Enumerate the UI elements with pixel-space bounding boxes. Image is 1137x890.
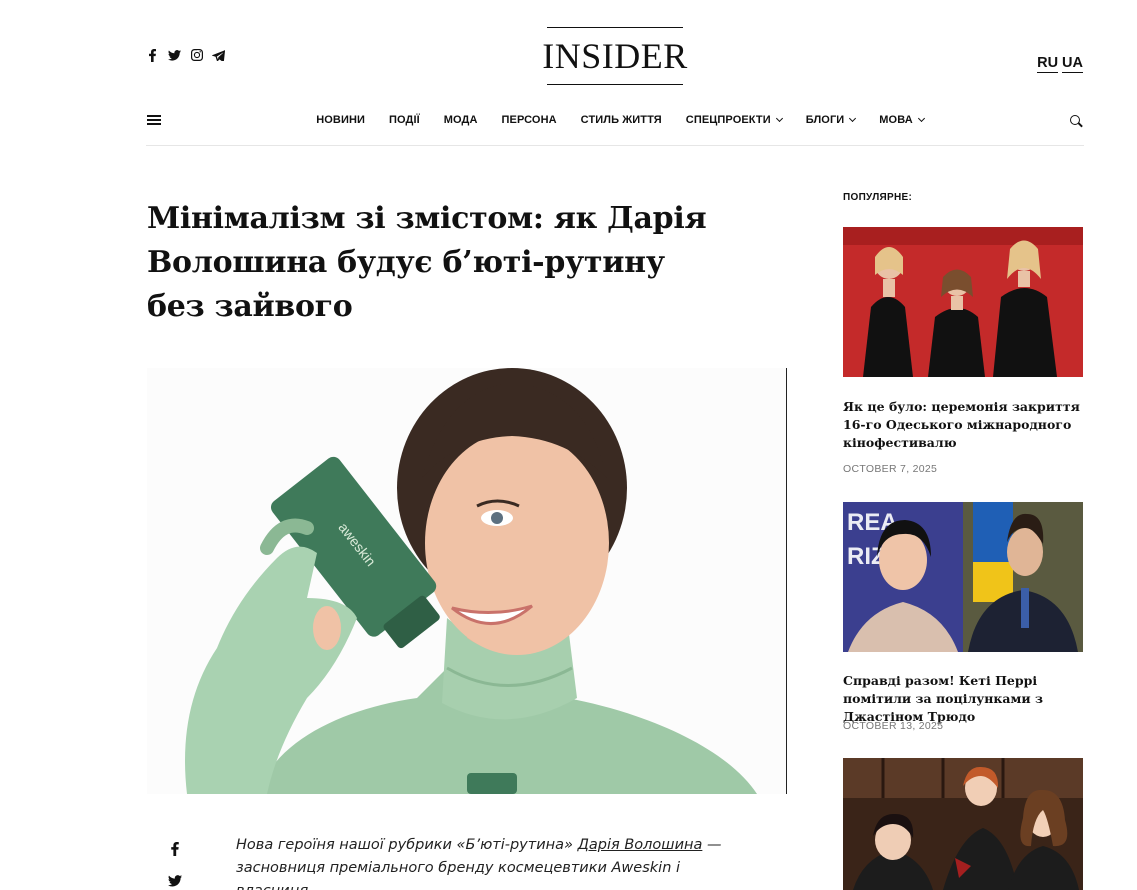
chevron-down-icon xyxy=(917,114,925,123)
popular-post-title-1[interactable]: Як це було: церемонія закриття 16-го Оде… xyxy=(843,398,1088,452)
language-switcher: RU UA xyxy=(1037,55,1083,73)
twitter-icon[interactable] xyxy=(168,874,182,888)
nav-item-persona[interactable]: ПЕРСОНА xyxy=(502,114,557,126)
popular-post-image-2[interactable]: REA RIZ xyxy=(843,502,1083,652)
author-link[interactable]: Дарія Волошина xyxy=(578,837,703,853)
twitter-icon[interactable] xyxy=(168,48,181,62)
nav-menu: НОВИНИ ПОДІЇ МОДА ПЕРСОНА СТИЛЬ ЖИТТЯ СП… xyxy=(146,114,1084,126)
facebook-icon[interactable] xyxy=(168,842,182,856)
chevron-down-icon xyxy=(849,114,857,123)
nav-item-news[interactable]: НОВИНИ xyxy=(316,114,365,126)
article-hero-image: aweskin xyxy=(147,368,787,794)
nav-item-events[interactable]: ПОДІЇ xyxy=(389,114,420,126)
facebook-icon[interactable] xyxy=(146,48,159,62)
nav-item-language[interactable]: МОВА xyxy=(879,114,925,126)
nav-item-blogs[interactable]: БЛОГИ xyxy=(806,114,857,126)
popular-post-title-2[interactable]: Справді разом! Кеті Перрі помітили за по… xyxy=(843,672,1088,726)
popular-heading: ПОПУЛЯРНЕ: xyxy=(843,192,913,203)
nav-item-lifestyle[interactable]: СТИЛЬ ЖИТТЯ xyxy=(581,114,662,126)
chevron-down-icon xyxy=(775,114,783,123)
site-logo[interactable]: INSIDER xyxy=(542,27,687,85)
nav-item-fashion[interactable]: МОДА xyxy=(444,114,478,126)
lang-ru-link[interactable]: RU xyxy=(1037,55,1059,73)
article-lead: Нова героїня нашої рубрики «Б’юті-рутина… xyxy=(236,837,722,890)
social-links xyxy=(146,48,225,62)
main-navigation: НОВИНИ ПОДІЇ МОДА ПЕРСОНА СТИЛЬ ЖИТТЯ СП… xyxy=(146,104,1084,146)
lang-ua-link[interactable]: UA xyxy=(1062,55,1083,73)
popular-post-image-1[interactable] xyxy=(843,227,1083,377)
telegram-icon[interactable] xyxy=(212,48,225,62)
share-bar xyxy=(168,842,182,888)
popular-post-image-3[interactable] xyxy=(843,758,1083,890)
nav-item-special-projects[interactable]: СПЕЦПРОЕКТИ xyxy=(686,114,783,126)
popular-post-date-2: OCTOBER 13, 2025 xyxy=(843,720,944,732)
search-icon[interactable] xyxy=(1070,115,1083,128)
instagram-icon[interactable] xyxy=(190,48,203,62)
popular-post-date-1: OCTOBER 7, 2025 xyxy=(843,463,938,475)
article-title: Мінімалізм зі змістом: як Дарія Волошина… xyxy=(147,201,707,324)
